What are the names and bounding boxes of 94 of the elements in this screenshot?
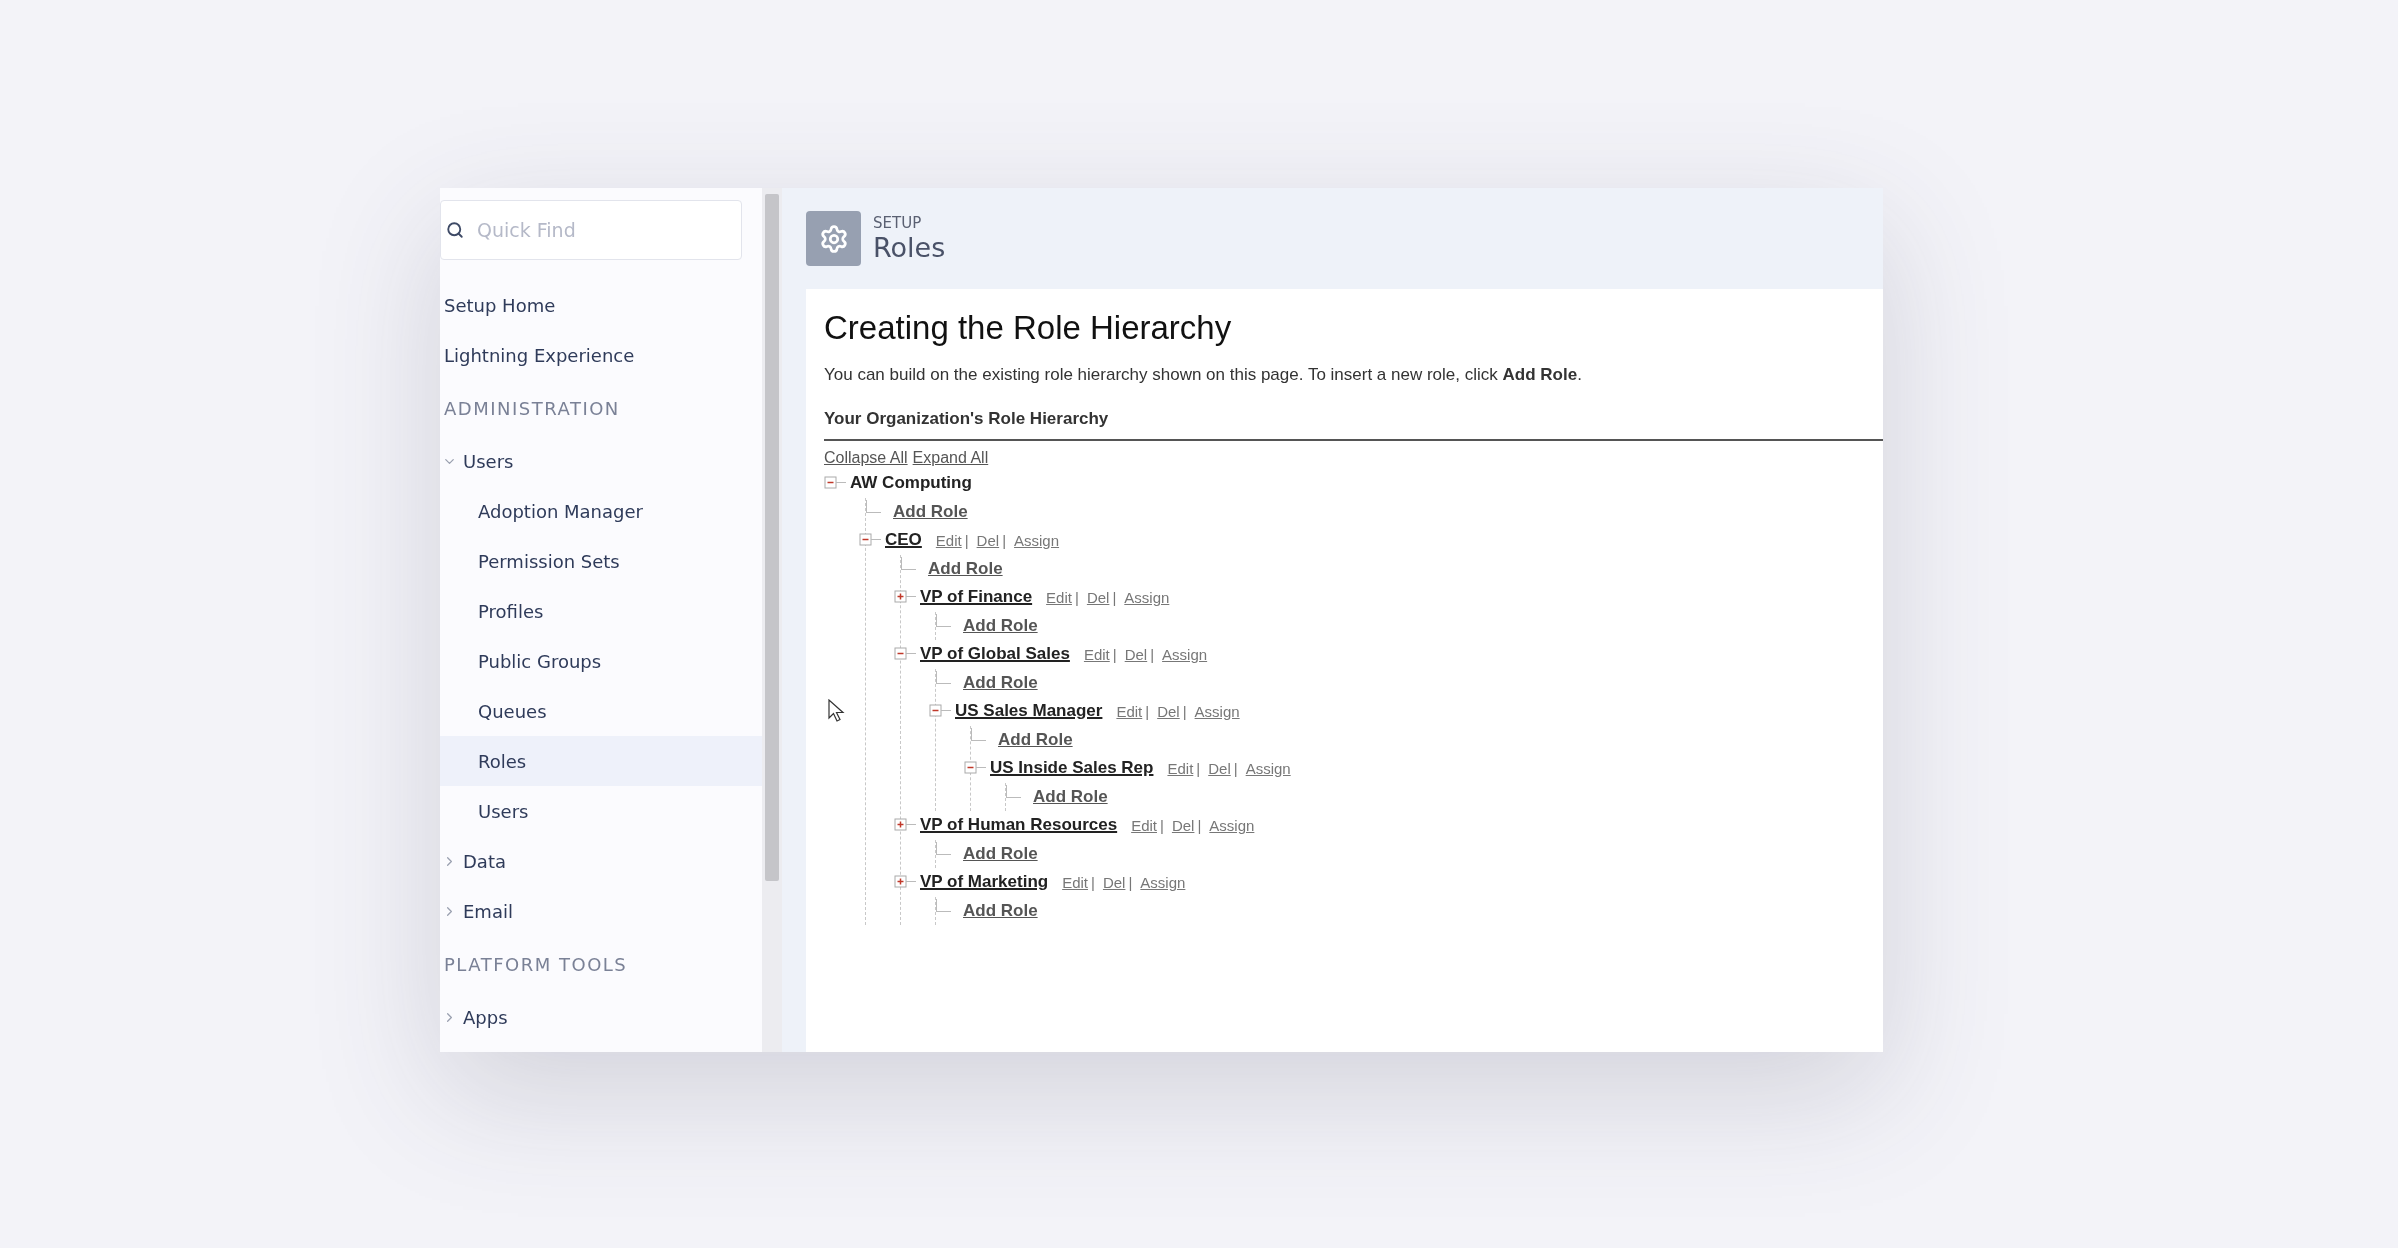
role-name: AW Computing: [850, 473, 972, 494]
role-action-link[interactable]: Assign: [1194, 702, 1240, 720]
role-action-link[interactable]: Assign: [1014, 531, 1060, 549]
sidebar-heading: ADMINISTRATION: [443, 396, 621, 421]
sidebar-link[interactable]: Lightning Experience: [440, 330, 762, 380]
connector-line: [936, 842, 951, 856]
tree-toggle[interactable]: [894, 646, 918, 663]
connector-line: [901, 557, 916, 571]
role-action-link[interactable]: Del: [1171, 816, 1195, 834]
role-action-link[interactable]: Edit: [1062, 873, 1088, 891]
separator-text: |: [964, 531, 969, 549]
search-icon: [446, 221, 464, 239]
mouse-pointer-icon: [828, 699, 846, 723]
add-role-link[interactable]: Add Role: [963, 900, 1038, 921]
connector-line: [866, 500, 881, 514]
sidebar-group[interactable]: Users: [440, 436, 762, 486]
role-action-link[interactable]: Del: [1102, 873, 1126, 891]
tree-toggle[interactable]: [824, 475, 848, 492]
sidebar-link[interactable]: Public Groups: [440, 636, 762, 686]
role-action-link[interactable]: Assign: [1162, 645, 1208, 663]
connector-line: [936, 614, 951, 628]
separator-text: |: [1002, 531, 1007, 549]
separator-text: |: [1233, 759, 1238, 777]
add-role-link[interactable]: Add Role: [963, 615, 1038, 636]
role-action-link[interactable]: Edit: [1116, 702, 1143, 720]
role-action-link[interactable]: Assign: [1140, 873, 1186, 891]
separator-text: |: [1128, 873, 1133, 891]
separator-text: |: [1182, 702, 1187, 720]
connector-line: [971, 728, 986, 742]
role-action-link[interactable]: Edit: [935, 531, 962, 549]
role-link[interactable]: VP of Human Resources: [920, 815, 1118, 836]
intro-text: You can build on the existing role hierarchy shown on this page. To insert a new role, click Add Role.: [824, 365, 1583, 385]
role-action-link[interactable]: Edit: [1167, 759, 1194, 777]
tree-toggle[interactable]: [894, 817, 918, 834]
role-action-link[interactable]: Del: [976, 531, 1000, 549]
separator-text: |: [1091, 873, 1095, 891]
add-role-link[interactable]: Add Role: [893, 501, 968, 522]
role-link[interactable]: VP of Marketing: [920, 872, 1049, 893]
separator-text: |: [1145, 702, 1150, 720]
sidebar-group[interactable]: Email: [440, 886, 762, 936]
role-action-link[interactable]: Del: [1157, 702, 1180, 720]
role-action-link[interactable]: Edit: [1131, 816, 1157, 834]
tree-toggle[interactable]: [964, 760, 988, 777]
separator-text: |: [1160, 816, 1164, 834]
tree-toggle[interactable]: [894, 874, 918, 891]
sidebar-link[interactable]: Setup Home: [440, 280, 762, 330]
content-title: Creating the Role Hierarchy: [824, 309, 1233, 347]
role-link[interactable]: CEO: [885, 530, 922, 551]
separator-text: |: [1197, 816, 1202, 834]
add-role-link[interactable]: Add Role: [963, 843, 1038, 864]
separator-text: |: [1196, 759, 1201, 777]
role-action-link[interactable]: Assign: [1124, 588, 1170, 606]
sidebar-link[interactable]: Profiles: [440, 586, 762, 636]
separator-text: |: [1074, 588, 1079, 606]
search-field[interactable]: Quick Find: [440, 200, 742, 260]
sidebar-heading: PLATFORM TOOLS: [443, 952, 629, 977]
tree-toggle[interactable]: [859, 532, 883, 549]
tree-toggle[interactable]: [929, 703, 953, 720]
sidebar-group[interactable]: Data: [440, 836, 762, 886]
add-role-link[interactable]: Add Role: [1033, 786, 1108, 807]
role-link[interactable]: VP of Global Sales: [920, 644, 1070, 665]
separator-text: |: [1150, 645, 1155, 663]
add-role-link[interactable]: Add Role: [998, 729, 1073, 750]
sidebar-link[interactable]: Adoption Manager: [440, 486, 762, 536]
page-title: Roles: [873, 232, 946, 263]
section-title: Your Organization's Role Hierarchy: [824, 409, 1883, 441]
breadcrumb-label: SETUP: [873, 214, 923, 232]
connector-line: [936, 899, 951, 913]
connector-line: [936, 671, 951, 685]
sidebar-link[interactable]: Users: [440, 786, 762, 836]
connector-line: [1006, 785, 1021, 799]
scrollbar-thumb[interactable]: [765, 194, 779, 881]
role-action-link[interactable]: Del: [1124, 645, 1148, 663]
tree-toggle[interactable]: [894, 589, 918, 606]
sidebar-link[interactable]: Queues: [440, 686, 762, 736]
add-role-link[interactable]: Add Role: [928, 558, 1003, 579]
role-action-link[interactable]: Edit: [1046, 588, 1072, 606]
tree-link[interactable]: Collapse All: [824, 449, 908, 467]
role-link[interactable]: US Sales Manager: [955, 701, 1103, 722]
separator-text: |: [1112, 645, 1117, 663]
role-action-link[interactable]: Assign: [1209, 816, 1255, 834]
sidebar-group[interactable]: Apps: [440, 992, 762, 1042]
role-action-link[interactable]: Del: [1208, 759, 1231, 777]
role-action-link[interactable]: Edit: [1083, 645, 1110, 663]
role-link[interactable]: US Inside Sales Rep: [990, 758, 1154, 779]
role-link[interactable]: VP of Finance: [920, 587, 1033, 608]
gear-icon: [806, 211, 861, 266]
sidebar-link[interactable]: Permission Sets: [440, 536, 762, 586]
role-action-link[interactable]: Assign: [1245, 759, 1291, 777]
add-role-link[interactable]: Add Role: [963, 672, 1038, 693]
sidebar-link[interactable]: Roles: [440, 736, 762, 786]
tree-link[interactable]: Expand All: [912, 449, 989, 467]
role-action-link[interactable]: Del: [1086, 588, 1110, 606]
separator-text: |: [1112, 588, 1117, 606]
